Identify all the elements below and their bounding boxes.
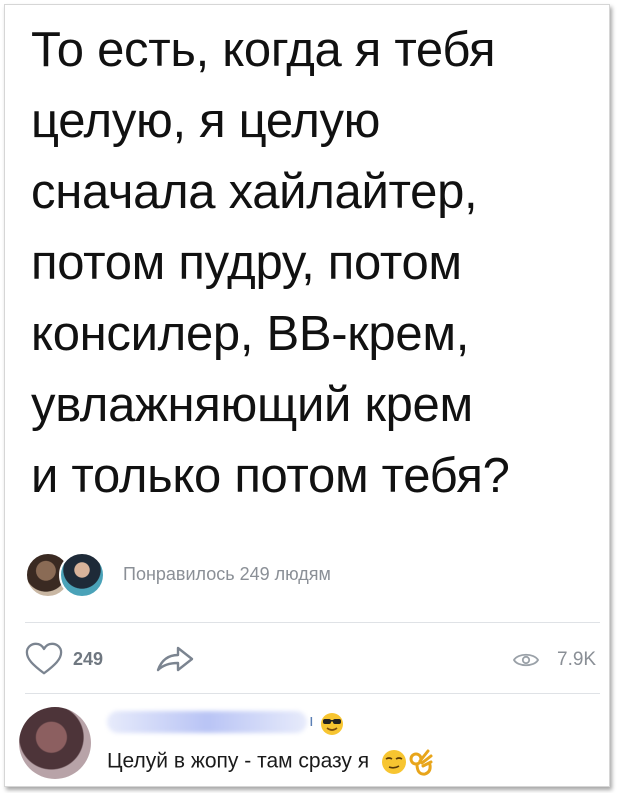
divider (25, 693, 600, 694)
post-line: консилер, BB-крем, (31, 307, 470, 361)
post-actions: 249 7.9K (25, 637, 600, 681)
commenter-name-tail[interactable]: ı (309, 711, 314, 731)
ok-hand-emoji-icon (409, 749, 433, 776)
comment-emoji-group (375, 749, 439, 776)
eye-icon (513, 653, 539, 667)
comment-text: Целуй в жопу - там сразу я (107, 749, 439, 776)
post-card: То есть, когда я тебя целую, я целую сна… (4, 4, 610, 787)
liked-by-avatars[interactable] (25, 550, 105, 598)
post-line: потом пудру, потом (31, 236, 462, 290)
view-count: 7.9K (557, 649, 597, 670)
post-line: и только потом тебя? (31, 449, 510, 503)
commenter-name-blurred[interactable] (107, 711, 307, 733)
liked-by-row[interactable]: Понравилось 249 людям (25, 550, 585, 598)
divider (25, 622, 600, 623)
post-text: То есть, когда я тебя целую, я целую сна… (31, 15, 591, 512)
cool-sunglasses-emoji-icon (321, 713, 343, 735)
comment-item: ı Целуй в жопу - там сразу я (19, 697, 599, 786)
commenter-avatar[interactable] (19, 707, 91, 779)
post-line: целую, я целую (31, 94, 381, 148)
post-line: увлажняющий крем (31, 378, 473, 432)
post-line: То есть, когда я тебя (31, 23, 496, 77)
like-count[interactable]: 249 (73, 649, 103, 670)
avatar[interactable] (59, 552, 105, 598)
comment-text-body: Целуй в жопу - там сразу я (107, 749, 370, 773)
share-icon[interactable] (155, 643, 195, 675)
liked-by-text[interactable]: Понравилось 249 людям (123, 564, 331, 585)
post-line: сначала хайлайтер, (31, 165, 478, 219)
heart-icon[interactable] (25, 641, 63, 677)
